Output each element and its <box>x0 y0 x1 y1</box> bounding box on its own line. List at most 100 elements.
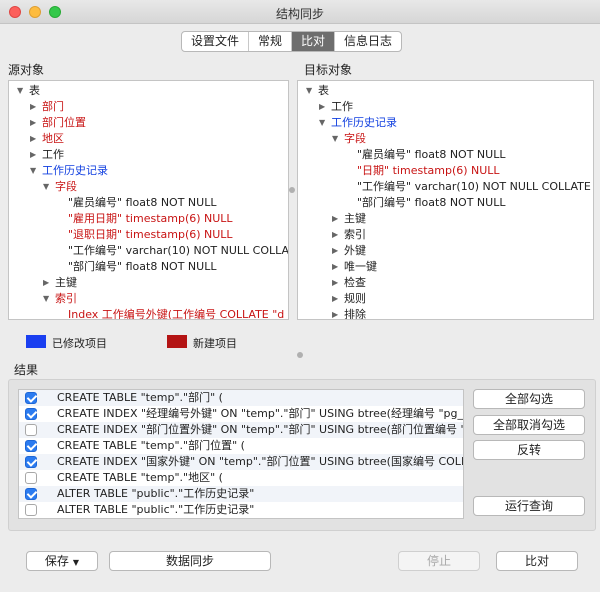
result-checkbox[interactable] <box>25 440 37 452</box>
result-sql-text: CREATE TABLE "temp"."部门位置" ( <box>57 439 245 452</box>
result-row[interactable]: ALTER TABLE "public"."工作历史记录" <box>19 486 463 502</box>
tab-profile[interactable]: 设置文件 <box>182 32 250 51</box>
tree-node-label: 部门位置 <box>42 116 86 129</box>
result-checkbox[interactable] <box>25 424 37 436</box>
disclosure-collapsed-icon[interactable]: ▶ <box>332 291 342 307</box>
title-bar: 结构同步 <box>0 0 600 24</box>
dropdown-arrow-icon: ▼ <box>72 558 80 567</box>
result-row[interactable]: CREATE INDEX "国家外键" ON "temp"."部门位置" USI… <box>19 454 464 470</box>
tree-node-label: 主键 <box>344 212 366 225</box>
result-sql-text: ALTER TABLE "public"."工作历史记录" <box>57 503 255 516</box>
disclosure-expanded-icon[interactable]: ▼ <box>332 131 342 147</box>
disclosure-expanded-icon[interactable]: ▼ <box>43 291 53 307</box>
invert-selection-button[interactable]: 反转 <box>473 440 585 460</box>
tab-general[interactable]: 常规 <box>249 32 293 51</box>
disclosure-collapsed-icon[interactable]: ▶ <box>332 275 342 291</box>
tree-node-label: 检查 <box>344 276 366 289</box>
disclosure-expanded-icon[interactable]: ▼ <box>30 163 40 179</box>
save-button[interactable]: 保存 ▼ <box>26 551 98 571</box>
result-sql-text: CREATE TABLE "temp"."地区" ( <box>57 471 223 484</box>
tab-bar: 设置文件 常规 比对 信息日志 <box>181 31 403 52</box>
result-checkbox[interactable] <box>25 488 37 500</box>
result-sql-text: ALTER TABLE "public"."工作历史记录" <box>57 487 255 500</box>
tree-node-label: 索引 <box>55 292 77 305</box>
tree-node-label: "部门编号" float8 NOT NULL <box>357 196 506 209</box>
result-row[interactable]: CREATE INDEX "经理编号外键" ON "temp"."部门" USI… <box>19 406 464 422</box>
tree-node-label: "部门编号" float8 NOT NULL <box>68 260 217 273</box>
tree-node-label: "工作编号" varchar(10) NOT NULL COLLATE <box>357 180 591 193</box>
result-checkbox[interactable] <box>25 392 37 404</box>
disclosure-collapsed-icon[interactable]: ▶ <box>319 99 329 115</box>
run-query-button[interactable]: 运行查询 <box>473 496 585 516</box>
tree-node-label: 字段 <box>55 180 77 193</box>
disclosure-collapsed-icon[interactable]: ▶ <box>30 131 40 147</box>
tree-node-label: Index 工作编号外键(工作编号 COLLATE "d <box>68 308 285 320</box>
result-row[interactable]: CREATE TABLE "temp"."地区" ( <box>19 470 463 486</box>
modified-items-swatch <box>26 335 46 348</box>
disclosure-expanded-icon[interactable]: ▼ <box>306 83 316 99</box>
results-label: 结果 <box>14 363 39 377</box>
tree-node-label: "雇员编号" float8 NOT NULL <box>68 196 217 209</box>
modified-items-label: 已修改项目 <box>52 337 107 350</box>
deselect-all-button[interactable]: 全部取消勾选 <box>473 415 585 435</box>
source-tree[interactable]: ▼ 表 ▶ 部门 ▶ 部门位置 ▶ 地区 ▶ 工作 ▼ 工作历史记录 ▼ 字段 "雇员编号" float8 … <box>8 80 289 320</box>
tree-node-label: 排除 <box>344 308 366 320</box>
tree-node-label: "日期" timestamp(6) NULL <box>357 164 500 177</box>
tree-node-label: "雇用日期" timestamp(6) NULL <box>68 212 233 225</box>
disclosure-expanded-icon[interactable]: ▼ <box>17 83 27 99</box>
result-sql-text: CREATE INDEX "部门位置外键" ON "temp"."部门" USI… <box>57 423 464 436</box>
tree-node-label: 工作 <box>331 100 353 113</box>
disclosure-collapsed-icon[interactable]: ▶ <box>332 211 342 227</box>
disclosure-collapsed-icon[interactable]: ▶ <box>332 307 342 319</box>
source-objects-label: 源对象 <box>8 63 45 77</box>
disclosure-collapsed-icon[interactable]: ▶ <box>30 115 40 131</box>
tree-node-label: 索引 <box>344 228 366 241</box>
tree-node-label: 字段 <box>344 132 366 145</box>
window-title: 结构同步 <box>275 7 324 21</box>
target-tree[interactable]: ▼ 表 ▶ 工作 ▼ 工作历史记录 ▼ 字段 "雇员编号" float8 NOT NULL "日期… <box>297 80 594 320</box>
new-items-swatch <box>167 335 187 348</box>
disclosure-expanded-icon[interactable]: ▼ <box>319 115 329 131</box>
disclosure-collapsed-icon[interactable]: ▶ <box>332 227 342 243</box>
results-list[interactable]: CREATE TABLE "temp"."部门" ( CREATE INDEX "… <box>18 389 464 519</box>
disclosure-collapsed-icon[interactable]: ▶ <box>332 243 342 259</box>
disclosure-collapsed-icon[interactable]: ▶ <box>332 259 342 275</box>
result-sql-text: CREATE INDEX "国家外键" ON "temp"."部门位置" USI… <box>57 455 464 468</box>
disclosure-expanded-icon[interactable]: ▼ <box>43 179 53 195</box>
new-items-label: 新建项目 <box>193 337 237 350</box>
tree-node-label: "工作编号" varchar(10) NOT NULL COLLATE <box>68 244 289 257</box>
tree-node-label: 地区 <box>42 132 64 145</box>
result-row[interactable]: CREATE TABLE "temp"."部门位置" ( <box>19 438 463 454</box>
select-all-button[interactable]: 全部勾选 <box>473 389 585 409</box>
tree-node-label: 主键 <box>55 276 77 289</box>
tree-node-label: 表 <box>318 84 329 97</box>
tree-node-label: 唯一键 <box>344 260 377 273</box>
disclosure-collapsed-icon[interactable]: ▶ <box>30 147 40 163</box>
result-row[interactable]: CREATE INDEX "部门位置外键" ON "temp"."部门" USI… <box>19 422 464 438</box>
tree-node-label: 部门 <box>42 100 64 113</box>
compare-button[interactable]: 比对 <box>496 551 578 571</box>
tree-node-label: 工作历史记录 <box>331 116 397 129</box>
result-sql-text: CREATE TABLE "temp"."部门" ( <box>57 391 223 404</box>
result-checkbox[interactable] <box>25 408 37 420</box>
horizontal-split-handle[interactable] <box>297 352 303 358</box>
result-checkbox[interactable] <box>25 456 37 468</box>
tree-node-label: 工作历史记录 <box>42 164 108 177</box>
target-objects-label: 目标对象 <box>304 63 353 77</box>
tree-node-label: "退职日期" timestamp(6) NULL <box>68 228 233 241</box>
result-checkbox[interactable] <box>25 472 37 484</box>
tree-node-label: 表 <box>29 84 40 97</box>
save-button-label: 保存 <box>44 554 69 568</box>
disclosure-collapsed-icon[interactable]: ▶ <box>43 275 53 291</box>
vertical-split-handle[interactable] <box>289 187 295 193</box>
stop-button[interactable]: 停止 <box>398 551 480 571</box>
tab-compare[interactable]: 比对 <box>292 32 336 51</box>
tree-node-label: "雇员编号" float8 NOT NULL <box>357 148 506 161</box>
result-checkbox[interactable] <box>25 504 37 516</box>
result-sql-text: CREATE INDEX "经理编号外键" ON "temp"."部门" USI… <box>57 407 464 420</box>
tab-message-log[interactable]: 信息日志 <box>335 32 401 51</box>
disclosure-collapsed-icon[interactable]: ▶ <box>30 99 40 115</box>
data-sync-button[interactable]: 数据同步 <box>109 551 271 571</box>
result-row[interactable]: CREATE TABLE "temp"."部门" ( <box>19 390 463 406</box>
result-row[interactable]: ALTER TABLE "public"."工作历史记录" <box>19 502 463 518</box>
